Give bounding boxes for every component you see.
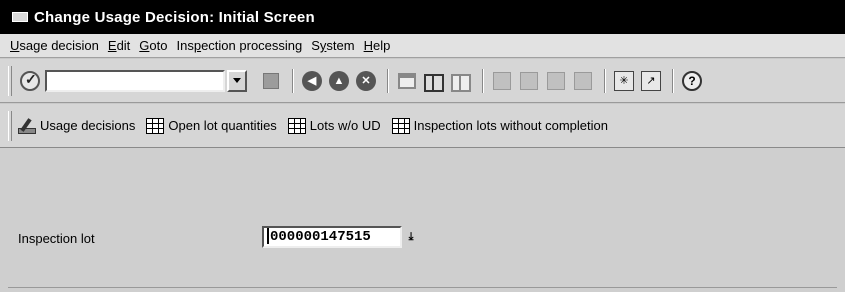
table-icon — [391, 117, 410, 134]
back-button[interactable] — [300, 69, 324, 93]
chevron-down-icon — [233, 78, 241, 83]
menu-goto[interactable]: Goto — [139, 38, 167, 53]
divider — [8, 287, 837, 288]
window-title: Change Usage Decision: Initial Screen — [34, 8, 315, 26]
first-page-icon — [493, 71, 511, 90]
standard-toolbar: ✳ ↗ ? — [0, 59, 845, 103]
menu-usage-decision-label: sage decision — [19, 38, 99, 53]
help-button[interactable]: ? — [680, 69, 704, 93]
help-icon: ? — [682, 70, 702, 91]
menu-system[interactable]: System — [311, 38, 354, 53]
enter-button[interactable] — [18, 69, 42, 93]
command-field[interactable] — [45, 69, 225, 92]
toolbar-separator — [672, 68, 674, 93]
next-page-button[interactable] — [544, 69, 568, 93]
toolbar-separator — [292, 68, 294, 93]
inspection-lot-label: Inspection lot — [18, 231, 95, 246]
menu-system-label-a: S — [311, 38, 320, 53]
print-icon — [398, 72, 416, 89]
inspection-lots-without-completion-label: Inspection lots without completion — [413, 118, 608, 133]
inspection-lot-input[interactable]: 000000147515 — [262, 226, 402, 248]
print-button[interactable] — [395, 69, 419, 93]
generate-shortcut-button[interactable]: ↗ — [639, 69, 663, 93]
lots-without-ud-button[interactable]: Lots w/o UD — [287, 117, 381, 134]
pen-icon — [18, 118, 36, 134]
usage-decisions-label: Usage decisions — [40, 118, 136, 133]
find-button[interactable] — [422, 69, 446, 93]
previous-page-icon — [520, 71, 538, 90]
find-icon — [424, 72, 444, 92]
table-icon — [146, 117, 165, 134]
window-menu-icon[interactable] — [10, 10, 30, 24]
create-session-icon: ✳ — [614, 70, 634, 91]
menu-bar: Usage decision Edit Goto Inspection proc… — [0, 34, 845, 58]
toolbar-grip — [8, 110, 12, 141]
menu-edit-label: dit — [116, 38, 131, 53]
lots-without-ud-label: Lots w/o UD — [309, 118, 381, 133]
generate-shortcut-icon: ↗ — [641, 70, 661, 91]
previous-page-button[interactable] — [517, 69, 541, 93]
menu-edit[interactable]: Edit — [108, 38, 130, 53]
back-icon — [302, 70, 322, 91]
menu-inspection-processing-label-b: ection processing — [201, 38, 303, 53]
open-lot-quantities-button[interactable]: Open lot quantities — [146, 117, 277, 134]
menu-help[interactable]: Help — [364, 38, 391, 53]
save-button[interactable] — [259, 69, 283, 93]
inspection-lots-without-completion-button[interactable]: Inspection lots without completion — [391, 117, 608, 134]
command-field-dropdown[interactable] — [227, 69, 247, 92]
cancel-icon — [356, 70, 376, 91]
toolbar-separator — [387, 68, 389, 93]
menu-inspection-processing-label-a: Ins — [176, 38, 194, 53]
first-page-button[interactable] — [490, 69, 514, 93]
title-bar: Change Usage Decision: Initial Screen — [0, 0, 845, 34]
usage-decisions-button[interactable]: Usage decisions — [18, 118, 135, 134]
toolbar-separator — [482, 68, 484, 93]
table-icon — [287, 117, 306, 134]
text-cursor — [267, 228, 269, 245]
application-toolbar: Usage decisions Open lot quantities Lots… — [0, 104, 845, 148]
screen-area: Inspection lot 000000147515 ⤓ — [0, 148, 845, 292]
inspection-lot-value: 000000147515 — [270, 229, 371, 245]
find-next-icon — [451, 72, 471, 92]
sap-window: Change Usage Decision: Initial Screen Us… — [0, 0, 845, 292]
exit-icon — [329, 70, 349, 91]
menu-system-label-b: stem — [326, 38, 355, 53]
save-icon — [263, 72, 279, 89]
menu-inspection-processing[interactable]: Inspection processing — [177, 38, 303, 53]
enter-icon — [20, 70, 40, 91]
exit-button[interactable] — [327, 69, 351, 93]
create-session-button[interactable]: ✳ — [612, 69, 636, 93]
possible-entries-button[interactable]: ⤓ — [404, 229, 418, 245]
open-lot-quantities-label: Open lot quantities — [168, 118, 277, 133]
menu-usage-decision[interactable]: Usage decision — [10, 38, 99, 53]
toolbar-separator — [604, 68, 606, 93]
find-next-button[interactable] — [449, 69, 473, 93]
next-page-icon — [547, 71, 565, 90]
cancel-button[interactable] — [354, 69, 378, 93]
last-page-icon — [574, 71, 592, 90]
menu-help-label: elp — [372, 38, 391, 53]
last-page-button[interactable] — [571, 69, 595, 93]
menu-goto-label: oto — [149, 38, 168, 53]
toolbar-grip — [8, 65, 12, 96]
arrow-down-to-line-icon: ⤓ — [408, 230, 414, 243]
